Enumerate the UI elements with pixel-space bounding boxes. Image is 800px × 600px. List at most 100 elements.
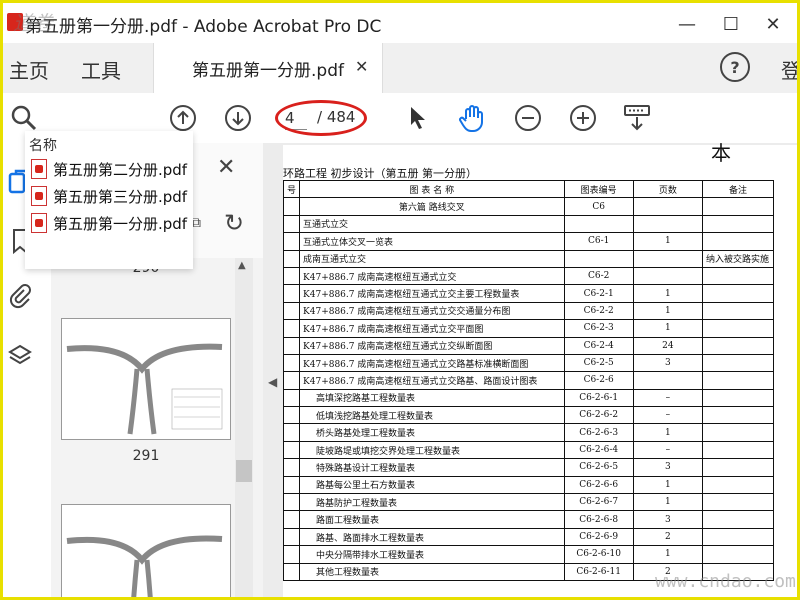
table-row: 陡坡路堤或填挖交界处理工程数量表 C6-2-6-4–: [282, 440, 774, 460]
next-page-icon[interactable]: [221, 101, 255, 135]
thumbnail-list: 290 291: [51, 258, 263, 597]
page-header-right: 本 册: [711, 141, 797, 165]
nav-tools[interactable]: 工具: [81, 55, 121, 84]
table-cell: 路面工程数量表: [299, 510, 565, 529]
nav-home[interactable]: 主页: [9, 55, 49, 84]
dropdown-item-label: 第五册第二分册.pdf: [53, 161, 188, 179]
select-cursor-icon[interactable]: [401, 101, 435, 135]
thumbnail-label: 291: [132, 448, 160, 464]
table-cell: C6-2-1: [563, 284, 634, 303]
table-cell: [282, 388, 301, 408]
table-cell: [282, 336, 301, 355]
table-row: K47+886.7 成南高速枢纽互通式立交路基、路面设计图表 C6-2-6: [282, 371, 774, 390]
file-dropdown: 名称 第五册第二分册.pdf 第五册第三分册.pdf 第五册第一分册.pdf: [25, 131, 193, 269]
table-cell: [282, 423, 301, 442]
table-cell: [632, 197, 704, 216]
table-cell: 路基每公里土石方数量表: [299, 475, 565, 495]
table-row: 路基、路面排水工程数量表 C6-2-6-9 2: [282, 527, 774, 547]
scrollbar-thumb[interactable]: [236, 460, 252, 482]
table-cell: 桥头路基处理工程数量表: [299, 423, 565, 442]
document-heading: 环路工程 初步设计（第五册 第一分册）: [283, 167, 477, 180]
table-cell: [632, 214, 704, 234]
table-cell: [282, 197, 301, 216]
dropdown-item[interactable]: 第五册第三分册.pdf: [29, 184, 191, 208]
table-cell: 1: [632, 423, 704, 442]
zoom-out-icon[interactable]: [511, 101, 545, 135]
annotation-ellipse: [275, 100, 367, 136]
document-view: ◀ 本 册 环路工程 初步设计（第五册 第一分册） 号 图 表 名 称 图表编号: [263, 141, 797, 597]
table-row: 互通式立交: [282, 214, 774, 234]
table-cell: [702, 301, 774, 321]
table-cell: C6-2-6-5: [563, 458, 634, 477]
scroll-up-icon[interactable]: ▲: [238, 260, 246, 271]
page-thumbnail[interactable]: [61, 318, 231, 440]
table-cell: [282, 510, 301, 529]
minimize-button[interactable]: —: [665, 9, 709, 39]
table-cell: 3: [632, 510, 704, 529]
table-row: 成南互通式立交 纳入被交路实施: [282, 249, 774, 268]
close-icon[interactable]: ✕: [355, 57, 368, 76]
table-cell: [282, 527, 301, 547]
close-window-button[interactable]: ✕: [751, 9, 795, 39]
table-cell: 陡坡路堤或填挖交界处理工程数量表: [299, 440, 565, 460]
table-cell: 互通式立体交叉一览表: [299, 232, 565, 251]
table-row: 互通式立体交叉一览表 C6-1 1: [282, 232, 774, 251]
table-row: K47+886.7 成南高速枢纽互通式立交纵断面图 C6-2-4 24: [282, 336, 774, 355]
table-cell: [282, 214, 301, 234]
hand-tool-icon[interactable]: [456, 101, 490, 135]
table-row: K47+886.7 成南高速枢纽互通式立交 C6-2: [282, 266, 774, 286]
dropdown-item[interactable]: 第五册第二分册.pdf: [29, 157, 191, 181]
table-cell: K47+886.7 成南高速枢纽互通式立交主要工程数量表: [299, 284, 565, 303]
help-icon[interactable]: ?: [720, 52, 750, 82]
sign-in-link[interactable]: 登: [781, 55, 797, 84]
dropdown-item[interactable]: 第五册第一分册.pdf: [29, 211, 191, 235]
layers-icon[interactable]: [7, 341, 33, 371]
rotate-icon[interactable]: ↻: [224, 209, 244, 237]
thumbnail-scrollbar[interactable]: ▲: [235, 258, 253, 597]
table-cell: [702, 388, 774, 408]
table-cell: [702, 284, 774, 303]
table-cell: C6-2-6-1: [563, 388, 634, 408]
previous-page-icon[interactable]: [166, 101, 200, 135]
table-cell: [702, 319, 774, 338]
table-cell: K47+886.7 成南高速枢纽互通式立交平面图: [299, 319, 565, 338]
table-cell: 特殊路基设计工程数量表: [299, 458, 565, 477]
table-cell: C6-2-6-11: [563, 562, 634, 581]
col-header: 号: [282, 179, 301, 199]
table-cell: K47+886.7 成南高速枢纽互通式立交交通量分布图: [299, 301, 565, 321]
table-cell: [702, 458, 774, 477]
table-cell: [282, 284, 301, 303]
maximize-button[interactable]: ☐: [709, 9, 753, 39]
table-cell: –: [632, 440, 704, 460]
table-cell: K47+886.7 成南高速枢纽互通式立交纵断面图: [299, 336, 565, 355]
tab-bar: 主页 工具 第五册第一分册.pdf ✕ ? 登: [3, 43, 797, 94]
close-panel-icon[interactable]: ✕: [217, 155, 235, 180]
table-cell: C6-2-2: [563, 301, 634, 321]
table-cell: 互通式立交: [299, 214, 565, 234]
col-header: 备注: [702, 179, 774, 199]
table-row: 特殊路基设计工程数量表 C6-2-6-5 3: [282, 458, 774, 477]
table-cell: C6-2-6-9: [563, 527, 634, 547]
table-cell: [282, 266, 301, 286]
table-row: 桥头路基处理工程数量表 C6-2-6-3 1: [282, 423, 774, 442]
table-cell: 纳入被交路实施: [702, 249, 774, 268]
page-thumbnail[interactable]: [61, 504, 231, 597]
table-cell: –: [632, 406, 704, 425]
table-cell: [282, 545, 301, 564]
table-cell: [632, 371, 704, 390]
zoom-in-icon[interactable]: [566, 101, 600, 135]
contents-table: 号 图 表 名 称 图表编号 页数 备注 第六篇 路线交叉 C6 互通式立交 互通式立…: [282, 179, 774, 581]
table-row: 低填浅挖路基处理工程数量表 C6-2-6-2–: [282, 406, 774, 425]
document-tab[interactable]: 第五册第一分册.pdf ✕: [153, 43, 383, 93]
table-row: K47+886.7 成南高速枢纽互通式立交平面图 C6-2-3 1: [282, 319, 774, 338]
keyboard-tools-icon[interactable]: [620, 101, 654, 135]
collapse-panel-icon[interactable]: ◀: [268, 375, 277, 389]
search-icon[interactable]: [7, 101, 41, 135]
table-header-row: 号 图 表 名 称 图表编号 页数 备注: [282, 179, 774, 199]
table-row: K47+886.7 成南高速枢纽互通式立交主要工程数量表 C6-2-1 1: [282, 284, 774, 303]
table-cell: [282, 249, 301, 268]
table-cell: 1: [632, 301, 704, 321]
table-cell: 1: [632, 475, 704, 495]
app-window: 第五册第一分册.pdf - Adobe Acrobat Pro DC — ☐ ✕…: [0, 0, 800, 600]
attachment-icon[interactable]: [7, 281, 33, 311]
